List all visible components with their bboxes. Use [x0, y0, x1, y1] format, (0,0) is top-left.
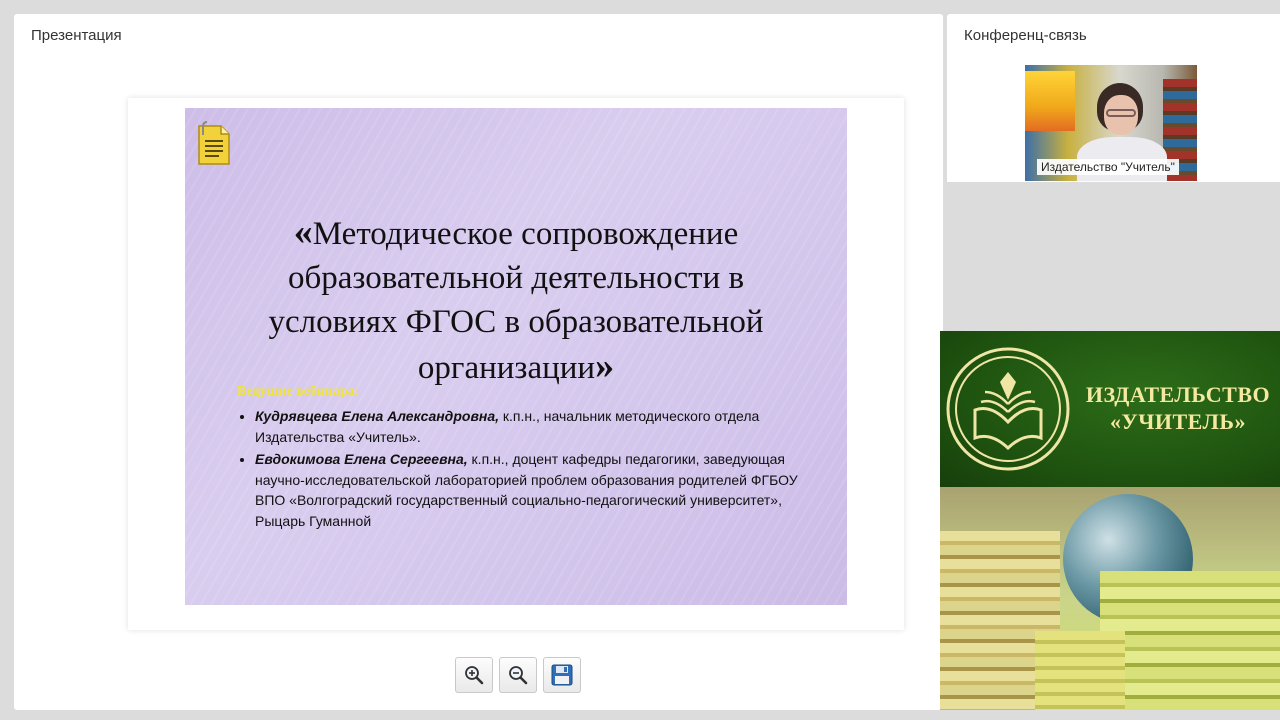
book-stack-image: [1035, 631, 1125, 710]
conference-panel: Конференц-связь Издательство "Учитель": [947, 14, 1280, 182]
hosts-list: Кудрявцева Елена Александровна, к.п.н., …: [235, 406, 815, 533]
open-book-image: [1100, 571, 1280, 710]
save-icon: [551, 664, 573, 686]
publisher-logo-icon: [946, 347, 1070, 471]
host-item: Кудрявцева Елена Александровна, к.п.н., …: [255, 406, 815, 447]
zoom-in-button[interactable]: [455, 657, 493, 693]
zoom-in-icon: [465, 666, 484, 685]
host-name: Кудрявцева Елена Александровна,: [255, 408, 500, 424]
hosts-label: Ведущие вебинара:: [237, 384, 360, 399]
slide-title-text: Методическое сопровождение образовательн…: [268, 216, 764, 386]
slide-toolbar: [455, 657, 581, 693]
publisher-header: ИЗДАТЕЛЬСТВО «УЧИТЕЛЬ»: [940, 331, 1280, 487]
slide: «Методическое сопровождение образователь…: [185, 108, 847, 605]
slide-viewer[interactable]: «Методическое сопровождение образователь…: [128, 98, 904, 630]
publisher-banner: ИЗДАТЕЛЬСТВО «УЧИТЕЛЬ»: [940, 331, 1280, 710]
speaker-glasses: [1106, 109, 1136, 117]
document-icon: [198, 121, 230, 165]
conference-title: Конференц-связь: [964, 27, 1087, 44]
publisher-name: ИЗДАТЕЛЬСТВО «УЧИТЕЛЬ»: [1080, 381, 1276, 435]
save-button[interactable]: [543, 657, 581, 693]
presentation-title: Презентация: [31, 27, 122, 44]
presentation-panel: Презентация «Методическое сопровождение …: [14, 14, 943, 710]
video-background-poster: [1025, 71, 1075, 131]
slide-title: «Методическое сопровождение образователь…: [225, 210, 807, 390]
publisher-name-line2: «УЧИТЕЛЬ»: [1110, 409, 1246, 434]
zoom-out-icon: [509, 666, 528, 685]
video-caption: Издательство "Учитель": [1037, 159, 1179, 175]
publisher-name-line1: ИЗДАТЕЛЬСТВО: [1085, 382, 1271, 407]
host-name: Евдокимова Елена Сергеевна,: [255, 451, 468, 467]
zoom-out-button[interactable]: [499, 657, 537, 693]
host-item: Евдокимова Елена Сергеевна, к.п.н., доце…: [255, 449, 815, 531]
slide-title-open-quote: «: [293, 211, 313, 253]
webcam-video[interactable]: Издательство "Учитель": [1025, 65, 1197, 181]
slide-title-close-quote: »: [595, 345, 615, 387]
